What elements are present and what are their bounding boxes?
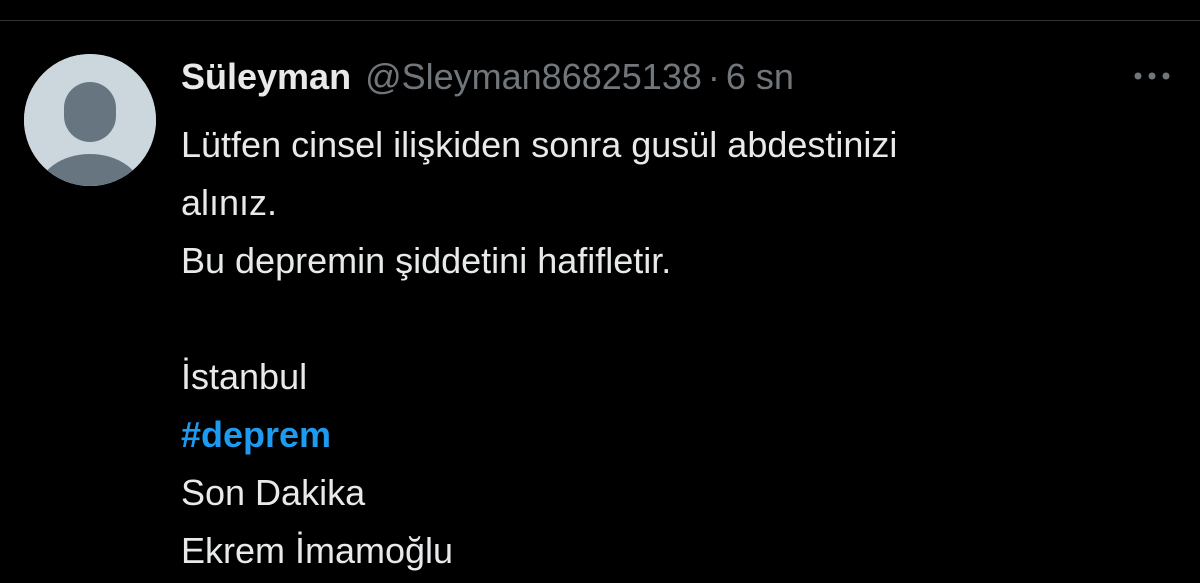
- separator-dot: ·: [707, 56, 720, 97]
- tweet-text: Lütfen cinsel ilişkiden sonra gusül abde…: [181, 116, 1141, 580]
- tweet-text-line: Ekrem İmamoğlu: [181, 530, 454, 571]
- avatar[interactable]: [24, 54, 156, 186]
- more-options-button[interactable]: [1130, 61, 1174, 91]
- tweet-timestamp[interactable]: 6 sn: [726, 55, 794, 99]
- hashtag-link[interactable]: #deprem: [181, 414, 331, 455]
- tweet-text-line: İstanbul: [181, 356, 308, 397]
- default-profile-icon: [24, 54, 156, 186]
- tweet-text-line: alınız.: [181, 182, 278, 223]
- author-handle[interactable]: @Sleyman86825138: [365, 55, 702, 99]
- author-display-name[interactable]: Süleyman: [181, 55, 351, 99]
- tweet-text-line: Son Dakika: [181, 472, 366, 513]
- tweet-text-line: Lütfen cinsel ilişkiden sonra gusül abde…: [181, 124, 898, 165]
- tweet-header: Süleyman @Sleyman86825138 · 6 sn: [181, 55, 794, 99]
- tweet[interactable]: Süleyman @Sleyman86825138 · 6 sn Lütfen …: [0, 21, 1200, 583]
- tweet-text-line: Bu depremin şiddetini hafifletir.: [181, 240, 672, 281]
- more-horizontal-icon: [1134, 72, 1170, 80]
- hashtag-line: #deprem: [181, 406, 1141, 464]
